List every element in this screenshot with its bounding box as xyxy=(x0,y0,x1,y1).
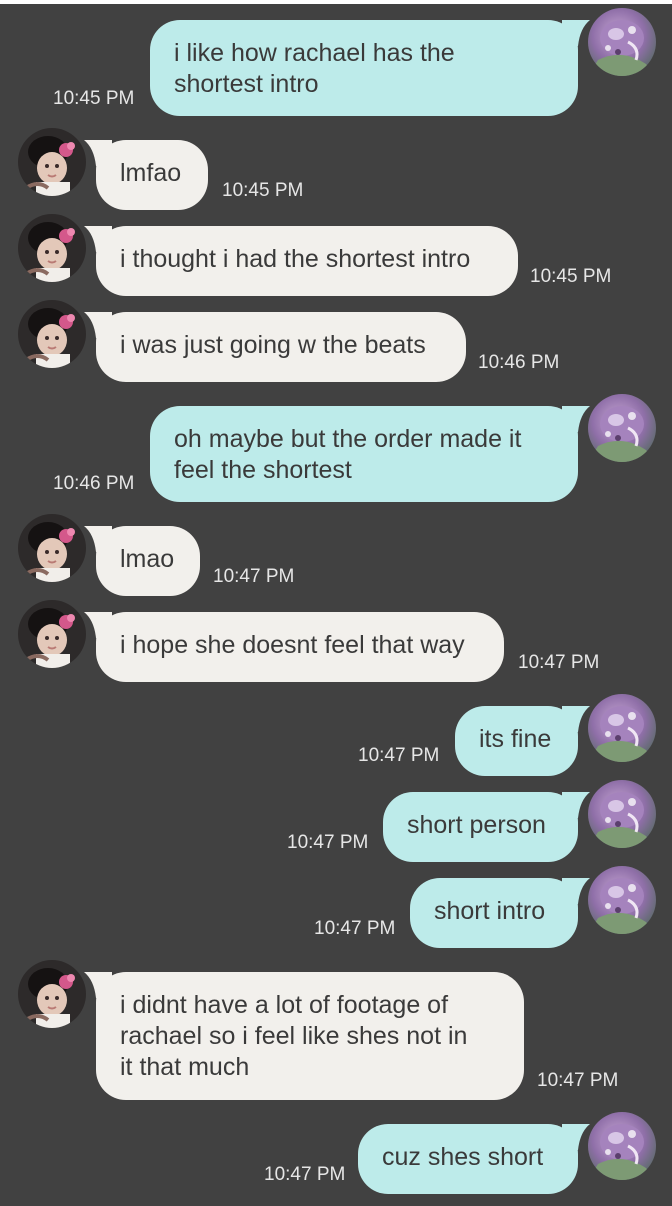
bubble-tail xyxy=(84,612,112,638)
message-text-line: i hope she doesnt feel that way xyxy=(120,631,465,659)
bubble-tail xyxy=(562,792,590,818)
contact-avatar-icon[interactable] xyxy=(18,600,86,668)
message-text-line: feel the shortest xyxy=(174,456,352,484)
message-bubble[interactable]: lmao xyxy=(84,526,200,596)
message-bubble[interactable]: short person xyxy=(383,792,590,862)
self-avatar-icon[interactable] xyxy=(588,394,656,462)
message-text-line: oh maybe but the order made it xyxy=(174,425,522,453)
message-text-line: short intro xyxy=(434,897,546,925)
message-text-line: i didnt have a lot of footage of xyxy=(120,991,449,1019)
message-bubble[interactable]: i hope she doesnt feel that way xyxy=(84,612,504,682)
message-bubble[interactable]: its fine xyxy=(455,706,590,776)
self-avatar-icon[interactable] xyxy=(588,780,656,848)
message-text-line: i was just going w the beats xyxy=(120,331,426,359)
bubble-tail xyxy=(562,878,590,904)
message-bubble[interactable]: cuz shes short xyxy=(358,1124,590,1194)
message-text-line: i like how rachael has the xyxy=(174,39,455,67)
message-timestamp: 10:45 PM xyxy=(53,88,135,109)
message-timestamp: 10:45 PM xyxy=(222,180,304,201)
bubble-tail xyxy=(562,20,590,46)
bubble-tail xyxy=(84,226,112,252)
bubble-tail xyxy=(84,140,112,166)
self-avatar-icon[interactable] xyxy=(588,866,656,934)
message-text-line: shortest intro xyxy=(174,70,319,98)
message-text-line: cuz shes short xyxy=(382,1143,544,1171)
bubble-tail xyxy=(84,526,112,552)
message-timestamp: 10:45 PM xyxy=(530,266,612,287)
self-avatar-icon[interactable] xyxy=(588,8,656,76)
contact-avatar-icon[interactable] xyxy=(18,214,86,282)
message-bubble[interactable]: lmfao xyxy=(84,140,208,210)
self-avatar-icon[interactable] xyxy=(588,1112,656,1180)
message-timestamp: 10:47 PM xyxy=(314,918,396,939)
message-text-line: i thought i had the shortest intro xyxy=(120,245,471,273)
message-timestamp: 10:47 PM xyxy=(537,1070,619,1091)
message-timestamp: 10:46 PM xyxy=(53,473,135,494)
message-text-line: it that much xyxy=(120,1053,250,1081)
self-avatar-icon[interactable] xyxy=(588,694,656,762)
contact-avatar-icon[interactable] xyxy=(18,514,86,582)
message-text-line: short person xyxy=(407,811,546,839)
message-timestamp: 10:47 PM xyxy=(213,566,295,587)
contact-avatar-icon[interactable] xyxy=(18,128,86,196)
message-bubble[interactable]: i thought i had the shortest intro xyxy=(84,226,518,296)
message-timestamp: 10:47 PM xyxy=(287,832,369,853)
message-text-line: lmfao xyxy=(120,159,182,187)
message-bubble[interactable]: i was just going w the beats xyxy=(84,312,466,382)
message-bubble[interactable]: oh maybe but the order made it feel the s… xyxy=(150,406,590,502)
message-bubble[interactable]: short intro xyxy=(410,878,590,948)
bubble-tail xyxy=(84,312,112,338)
top-edge-strip xyxy=(0,0,672,4)
bubble-tail xyxy=(84,972,112,998)
message-timestamp: 10:47 PM xyxy=(358,745,440,766)
message-timestamp: 10:47 PM xyxy=(518,652,600,673)
message-text-line: rachael so i feel like shes not in xyxy=(120,1022,468,1050)
message-text-line: lmao xyxy=(120,545,175,573)
message-timestamp: 10:47 PM xyxy=(264,1164,346,1185)
message-text-line: its fine xyxy=(479,725,552,753)
message-bubble[interactable]: i didnt have a lot of footage of rachael … xyxy=(84,972,524,1100)
bubble-tail xyxy=(562,1124,590,1150)
contact-avatar-icon[interactable] xyxy=(18,960,86,1028)
message-bubble[interactable]: i like how rachael has the shortest intro xyxy=(150,20,590,116)
contact-avatar-icon[interactable] xyxy=(18,300,86,368)
message-timestamp: 10:46 PM xyxy=(478,352,560,373)
bubble-tail xyxy=(562,706,590,732)
bubble-tail xyxy=(562,406,590,432)
